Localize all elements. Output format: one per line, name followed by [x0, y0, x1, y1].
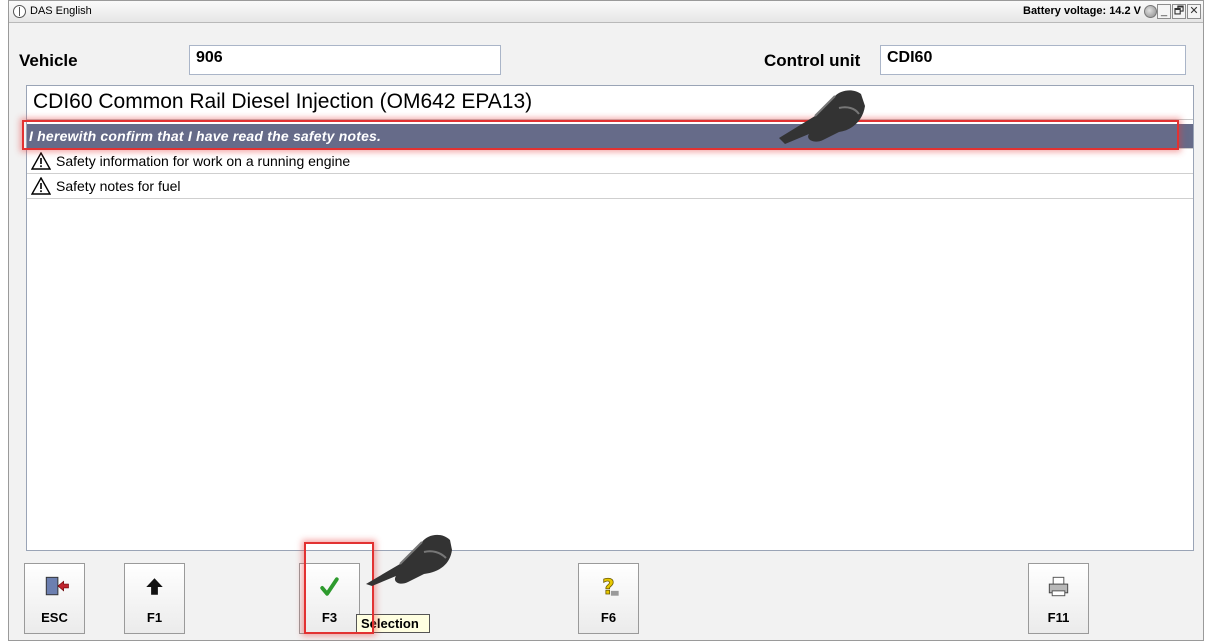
close-button[interactable]: ✕	[1187, 4, 1201, 19]
app-window: DAS English Battery voltage: 14.2 V _ 🗗 …	[8, 0, 1204, 641]
key-label: ESC	[41, 610, 68, 625]
pointing-hand-icon	[366, 534, 452, 586]
list-item-label: Safety information for work on a running…	[56, 153, 351, 169]
window-title: DAS English	[30, 5, 92, 17]
f6-button[interactable]: ? F6	[578, 563, 639, 634]
vehicle-field[interactable]: 906	[189, 45, 501, 75]
battery-voltage: Battery voltage: 14.2 V	[1023, 5, 1141, 17]
key-label: F11	[1047, 610, 1070, 625]
printer-icon	[1048, 576, 1069, 597]
control-unit-label: Control unit	[764, 51, 861, 70]
pointing-hand-icon	[779, 90, 865, 144]
list-item-safety-fuel[interactable]: Safety notes for fuel	[27, 174, 1193, 199]
f1-button[interactable]: F1	[124, 563, 185, 634]
exit-door-icon	[45, 576, 69, 596]
content-panel: CDI60 Common Rail Diesel Injection (OM64…	[26, 85, 1194, 551]
title-bar: DAS English Battery voltage: 14.2 V _ 🗗 …	[9, 1, 1203, 23]
warning-icon	[31, 177, 51, 195]
control-unit-heading: CDI60 Common Rail Diesel Injection (OM64…	[27, 86, 1193, 120]
key-label: F6	[600, 610, 617, 625]
app-logo-icon	[13, 5, 26, 18]
restore-button[interactable]: 🗗	[1172, 4, 1186, 19]
f11-button[interactable]: F11	[1028, 563, 1089, 634]
vehicle-label: Vehicle	[19, 51, 78, 70]
confirm-row-highlight	[22, 120, 1179, 150]
key-label: F1	[146, 610, 163, 625]
control-unit-field[interactable]: CDI60	[880, 45, 1186, 75]
svg-text:?: ?	[602, 575, 614, 600]
arrow-up-icon	[146, 578, 163, 595]
warning-icon	[31, 152, 51, 170]
help-icon: ?	[602, 574, 619, 600]
list-item-label: Safety notes for fuel	[56, 178, 181, 194]
esc-button[interactable]: ESC	[24, 563, 85, 634]
minimize-button[interactable]: _	[1157, 4, 1171, 19]
list-item-safety-running-engine[interactable]: Safety information for work on a running…	[27, 149, 1193, 174]
battery-status-icon	[1144, 5, 1157, 18]
